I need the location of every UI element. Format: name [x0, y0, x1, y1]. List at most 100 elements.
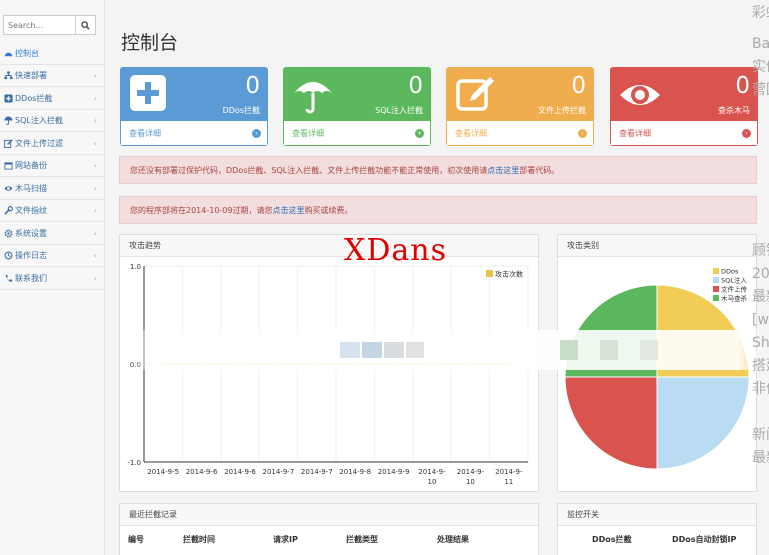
x-tick-label: 2014-9-8: [339, 468, 371, 476]
clip-line: 20: [752, 266, 769, 282]
stat-card-header: 0 DDos拦截: [120, 67, 268, 121]
y-tick-label: 1.0: [130, 263, 141, 271]
sidebar-item-label: 控制台: [15, 49, 39, 58]
wrench-icon: [3, 206, 13, 216]
chevron-left-icon: ‹: [93, 71, 97, 80]
column-header: 请求IP: [273, 535, 298, 544]
legend-label: 木马查杀: [721, 294, 748, 303]
stat-card-ddos: 0 DDos拦截 查看详细 ›: [120, 67, 268, 146]
chevron-left-icon: ‹: [93, 229, 97, 238]
sql-label: SQL注入拦截: [375, 106, 423, 115]
stat-card-trojan: 0 查杀木马 查看详细 ›: [610, 67, 758, 146]
sidebar-item-dashboard[interactable]: 控制台: [0, 43, 104, 65]
legend-label: DDos: [721, 268, 739, 276]
panel-title: 攻击趋势: [120, 235, 538, 257]
x-tick-label: 2014-9-6: [186, 468, 218, 476]
table-header-row: 编号 拦截时间 请求IP 拦截类型 处理结果: [120, 526, 538, 545]
x-tick-label: 10: [428, 478, 437, 486]
pie-slice: [656, 376, 750, 470]
y-tick-label: -1.0: [127, 459, 141, 467]
chevron-left-icon: ‹: [93, 94, 97, 103]
legend-label: 攻击次数: [495, 270, 523, 279]
clip-line: 非停: [752, 381, 769, 397]
stat-card-header: 0 文件上传拦截: [446, 67, 594, 121]
legend-swatch: [713, 286, 719, 292]
dashboard-icon: [3, 49, 13, 59]
column-header: 处理结果: [437, 535, 469, 544]
page-title: 控制台: [121, 32, 179, 54]
sidebar-item-trojan-scan[interactable]: 木马扫描 ‹: [0, 178, 104, 200]
chevron-left-icon: ‹: [93, 251, 97, 260]
umbrella-icon: [291, 73, 335, 117]
renew-link[interactable]: 点击这里: [273, 205, 305, 216]
sidebar-item-operation-log[interactable]: 操作日志 ‹: [0, 245, 104, 267]
sidebar-item-system-settings[interactable]: 系统设置 ‹: [0, 223, 104, 245]
chevron-left-icon: ‹: [93, 206, 97, 215]
sidebar-item-file-fingerprint[interactable]: 文件指纹 ‹: [0, 200, 104, 222]
arrow-circle-right-icon: ›: [578, 128, 587, 138]
eye-icon: [3, 184, 13, 194]
x-tick-label: 10: [466, 478, 475, 486]
legend-label: SQL注入: [721, 276, 747, 285]
ddos-label: DDos拦截: [222, 106, 260, 115]
upload-details-link[interactable]: 查看详细 ›: [446, 121, 594, 146]
clip-line: 营回: [752, 82, 769, 98]
clip-line: [752, 125, 769, 148]
trojan-details-link[interactable]: 查看详细 ›: [610, 121, 758, 146]
column-header: DDos拦截: [592, 535, 632, 544]
clip-line: 最新: [752, 450, 769, 466]
upload-label: 文件上传拦截: [538, 106, 586, 115]
calendar-icon: [3, 161, 13, 171]
plus-circle-icon: +: [415, 128, 424, 138]
right-clip-column: 彩蚁 Ba 实们 营回 顾钰 20 最新 [w Sh 搭建 非停 新闻 最新: [752, 0, 769, 555]
stat-card-upload: 0 文件上传拦截 查看详细 ›: [446, 67, 594, 146]
ddos-details-link[interactable]: 查看详细 ›: [120, 121, 268, 146]
alert-text: 您还没有部署过保护代码，DDos拦截、SQL注入拦截、文件上传拦截功能不能正常使…: [130, 165, 488, 175]
search-button[interactable]: [75, 16, 95, 34]
clip-line: 彩蚁: [752, 5, 769, 21]
sidebar-item-label: 操作日志: [15, 251, 47, 260]
sidebar: 控制台 快速部署 ‹ DDos拦截 ‹ SQL注入拦截 ‹ 文件上传过滤 ‹ 网…: [0, 0, 105, 555]
attack-trend-chart: 1.00.0-1.02014-9-52014-9-62014-9-62014-9…: [127, 263, 529, 486]
search-icon: [81, 20, 90, 30]
clip-line: Sh: [752, 335, 769, 351]
table-header-row: DDos拦截 DDos自动封锁IP: [558, 526, 756, 545]
plus-square-icon: [3, 94, 13, 104]
column-header: 编号: [128, 535, 144, 544]
clip-line: 顾钰: [752, 243, 769, 259]
panel-title: 攻击类别: [558, 235, 756, 257]
sidebar-item-contact-us[interactable]: 联系我们 ‹: [0, 268, 104, 290]
trojan-count: 0: [735, 73, 750, 99]
legend-swatch: [486, 270, 493, 277]
legend-swatch: [713, 268, 719, 274]
search-input[interactable]: [4, 16, 75, 34]
sidebar-item-site-backup[interactable]: 网站备份 ‹: [0, 155, 104, 177]
monitor-table: DDos拦截 DDos自动封锁IP: [558, 526, 756, 545]
sidebar-item-ddos[interactable]: DDos拦截 ‹: [0, 88, 104, 110]
search-box: [3, 15, 96, 35]
sidebar-item-label: 木马扫描: [15, 184, 47, 193]
stat-card-sql: 0 SQL注入拦截 查看详细 +: [283, 67, 431, 146]
x-tick-label: 2014-9-6: [224, 468, 256, 476]
edit-icon: [454, 73, 498, 117]
clip-line: [752, 401, 769, 424]
clip-line: [752, 148, 769, 171]
phone-icon: [3, 274, 13, 284]
expiry-alert: 您的程序部将在2014-10-09过期，请您 点击这里 购买或续费。: [119, 196, 757, 224]
censor-overlay: [130, 330, 769, 370]
panel-title: 最近拦截记录: [120, 504, 538, 526]
alert-text: 您的程序部将在2014-10-09过期，请您: [130, 205, 273, 215]
chevron-left-icon: ‹: [93, 161, 97, 170]
column-header: DDos自动封锁IP: [672, 535, 737, 544]
sidebar-item-sql-injection[interactable]: SQL注入拦截 ‹: [0, 110, 104, 132]
sql-details-link[interactable]: 查看详细 +: [283, 121, 431, 146]
sidebar-item-upload-filter[interactable]: 文件上传过滤 ‹: [0, 133, 104, 155]
x-tick-label: 2014-9-9: [378, 468, 410, 476]
x-tick-label: 11: [504, 478, 513, 486]
deploy-code-link[interactable]: 点击这里: [487, 165, 519, 176]
x-tick-label: 2014-9-7: [301, 468, 333, 476]
gear-icon: [3, 229, 13, 239]
sidebar-item-quick-deploy[interactable]: 快速部署 ‹: [0, 65, 104, 87]
clip-line: 最新: [752, 289, 769, 305]
sidebar-item-label: 文件上传过滤: [15, 139, 63, 148]
